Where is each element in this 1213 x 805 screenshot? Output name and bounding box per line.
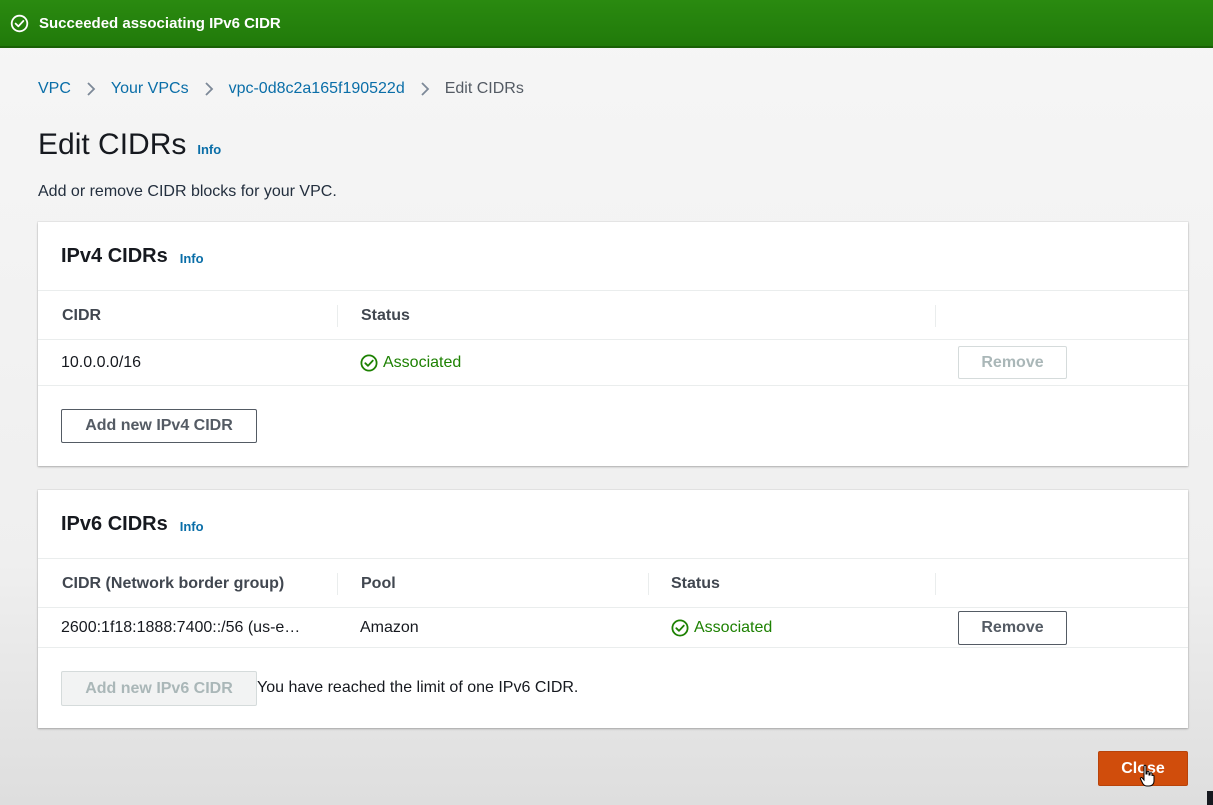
ipv6-cidrs-panel: IPv6 CIDRs Info CIDR (Network border gro…: [38, 490, 1188, 728]
cidr-value: 2600:1f18:1888:7400::/56 (us-e…: [61, 619, 301, 636]
breadcrumb-link-vpc-id[interactable]: vpc-0d8c2a165f190522d: [229, 80, 405, 98]
ipv6-panel-title: IPv6 CIDRs: [61, 512, 168, 535]
remove-ipv4-cidr-button[interactable]: Remove: [958, 346, 1067, 379]
page-info-link[interactable]: Info: [197, 142, 221, 157]
pool-value: Amazon: [360, 619, 419, 636]
column-header-cidr-border-group: CIDR (Network border group): [62, 574, 285, 592]
column-divider: [337, 305, 338, 327]
add-ipv4-cidr-button[interactable]: Add new IPv4 CIDR: [61, 409, 257, 443]
status-associated: Associated: [671, 608, 772, 648]
flash-message: Succeeded associating IPv6 CIDR: [39, 14, 281, 32]
column-divider: [935, 573, 936, 595]
chevron-right-icon: [86, 81, 96, 97]
ipv4-cidrs-panel: IPv4 CIDRs Info CIDR Status 10.0.0.0/16 …: [38, 222, 1188, 466]
breadcrumb: VPC Your VPCs vpc-0d8c2a165f190522d Edit…: [38, 78, 524, 100]
remove-ipv6-cidr-button[interactable]: Remove: [958, 611, 1067, 645]
breadcrumb-link-your-vpcs[interactable]: Your VPCs: [111, 80, 189, 98]
page-title-text: Edit CIDRs: [38, 128, 187, 161]
ipv6-limit-message: You have reached the limit of one IPv6 C…: [257, 679, 579, 696]
column-divider: [337, 573, 338, 595]
column-header-cidr: CIDR: [62, 306, 102, 324]
window-edge: [1207, 791, 1213, 805]
page-description: Add or remove CIDR blocks for your VPC.: [38, 183, 337, 200]
ipv6-panel-header: IPv6 CIDRs Info: [38, 490, 1188, 559]
ipv4-table-header: CIDR Status: [38, 291, 1188, 340]
hand-pointer-cursor-icon: [1139, 764, 1155, 788]
status-text: Associated: [694, 619, 773, 636]
ipv4-panel-header: IPv4 CIDRs Info: [38, 222, 1188, 291]
chevron-right-icon: [420, 81, 430, 97]
success-flash-bar: Succeeded associating IPv6 CIDR: [0, 0, 1213, 48]
breadcrumb-current: Edit CIDRs: [444, 80, 524, 97]
column-divider: [935, 305, 936, 327]
column-header-pool: Pool: [361, 574, 396, 592]
cidr-value: 10.0.0.0/16: [61, 354, 142, 371]
column-header-status: Status: [361, 306, 410, 324]
ipv6-table-header: CIDR (Network border group) Pool Status: [38, 559, 1188, 608]
breadcrumb-link-vpc[interactable]: VPC: [38, 80, 71, 98]
ipv4-info-link[interactable]: Info: [180, 251, 204, 266]
column-header-status: Status: [671, 574, 720, 592]
ipv4-panel-title: IPv4 CIDRs: [61, 244, 168, 267]
add-ipv6-cidr-button[interactable]: Add new IPv6 CIDR: [61, 671, 257, 706]
check-circle-icon: [360, 354, 378, 372]
check-circle-icon: [10, 14, 29, 33]
chevron-right-icon: [204, 81, 214, 97]
check-circle-icon: [671, 619, 689, 637]
page-title: Edit CIDRs Info: [38, 128, 221, 162]
status-text: Associated: [383, 354, 462, 371]
column-divider: [648, 573, 649, 595]
ipv6-info-link[interactable]: Info: [180, 519, 204, 534]
status-associated: Associated: [360, 340, 461, 386]
